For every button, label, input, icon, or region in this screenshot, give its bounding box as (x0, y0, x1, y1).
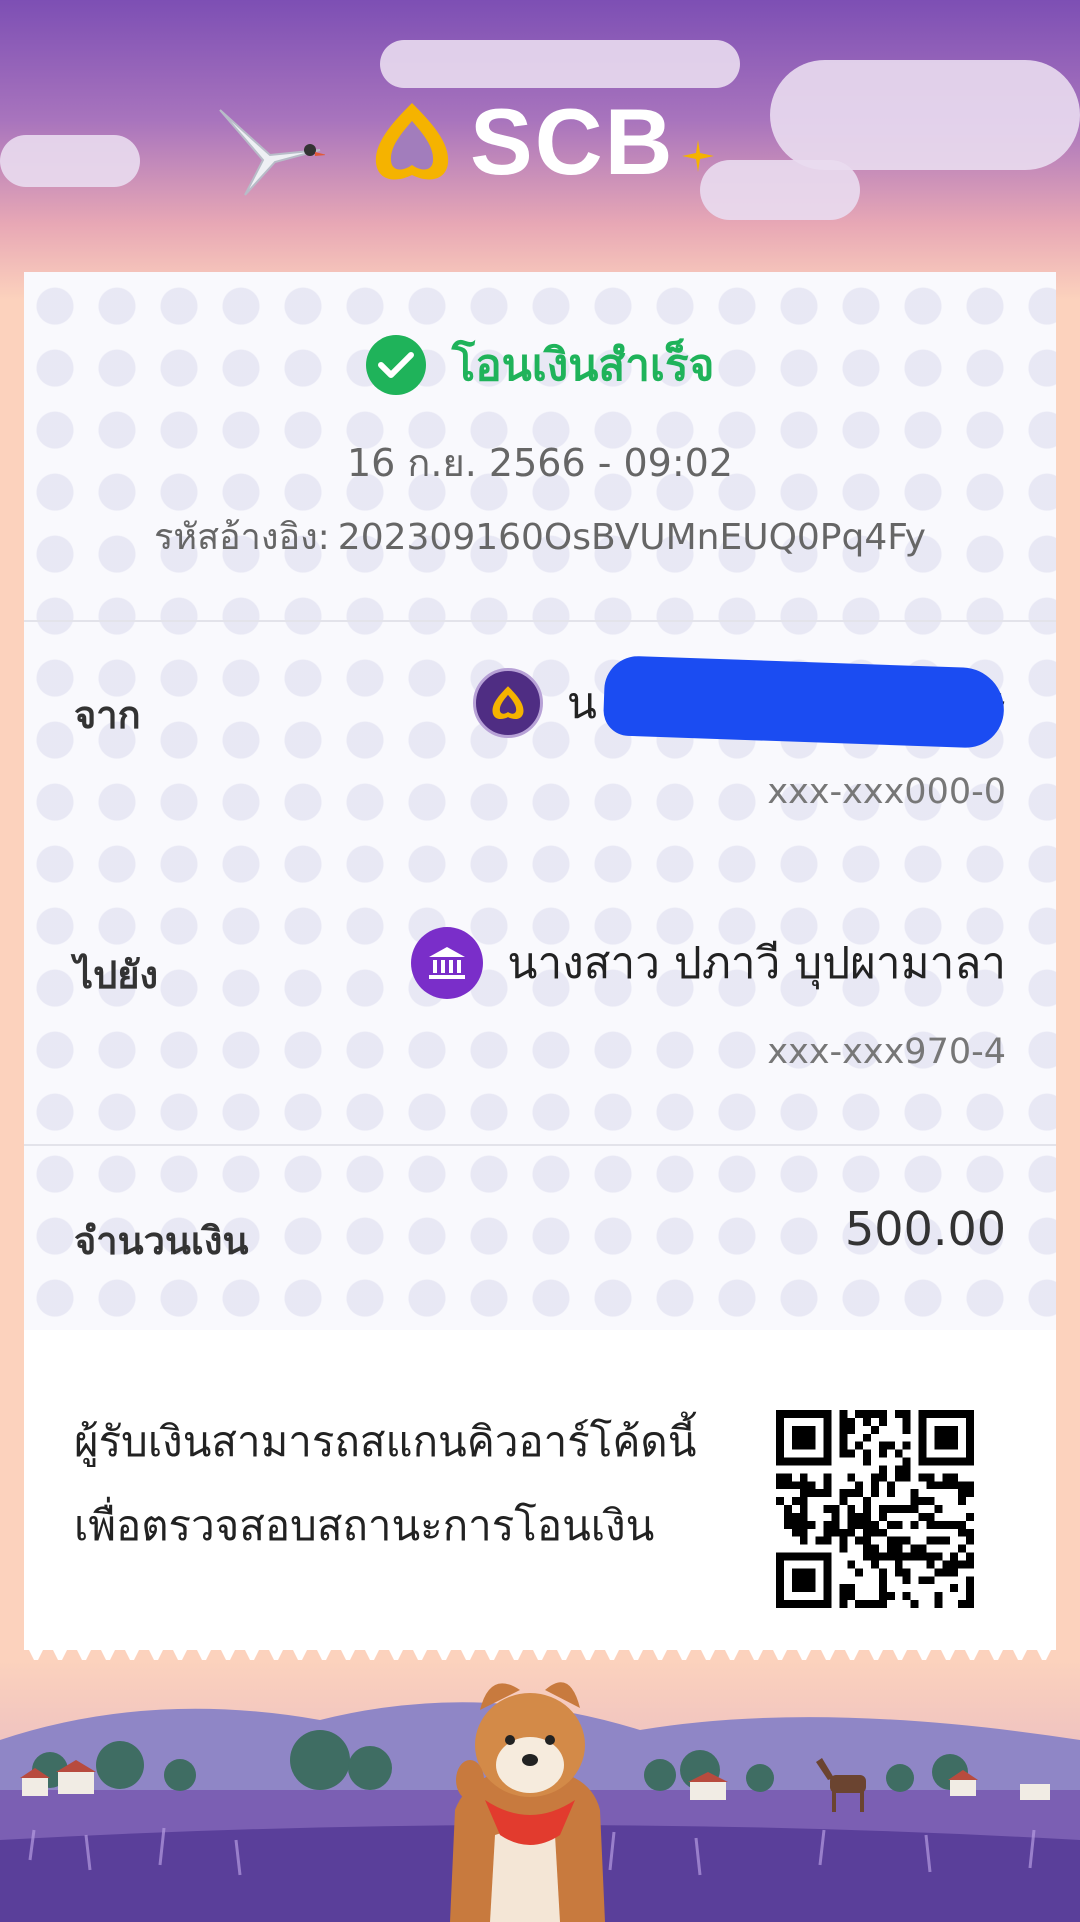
lavender-field-illustration (0, 1660, 1080, 1922)
status-text: โอนเงินสำเร็จ (451, 340, 715, 391)
transaction-datetime: 16 ก.ย. 2566 - 09:02 (346, 441, 734, 485)
reference-value: 202309160OsBVUMnEUQ0Pq4Fy (337, 517, 926, 558)
to-party: นางสาว ปภาวี บุปผามาลา (411, 927, 1006, 999)
status-row: โอนเงินสำเร็จ (24, 330, 1056, 400)
from-label: จาก (74, 693, 141, 737)
scb-bank-avatar-icon (472, 668, 543, 738)
from-account: xxx-xxx000-0 (767, 772, 1006, 812)
scb-logo: SCB (370, 88, 716, 196)
receipt-card: โอนเงินสำเร็จ 16 ก.ย. 2566 - 09:02 รหัสอ… (24, 272, 1056, 1650)
reference-line: รหัสอ้างอิง: 202309160OsBVUMnEUQ0Pq4Fy (24, 508, 1056, 565)
bird-illustration (219, 109, 325, 196)
qr-code-icon[interactable] (776, 1410, 974, 1608)
to-account: xxx-xxx970-4 (767, 1032, 1006, 1072)
amount-label: จำนวนเงิน (74, 1219, 249, 1263)
success-check-icon (365, 335, 426, 395)
qr-instructions: ผู้รับเงินสามารถสแกนคิวอาร์โค้ดนี้ เพื่อ… (74, 1400, 696, 1568)
brand-name: SCB (470, 89, 675, 194)
to-label: ไปยัง (74, 953, 159, 997)
amount-value: 500.00 (845, 1202, 1006, 1256)
sparkle-icon (682, 140, 715, 172)
divider (24, 620, 1056, 622)
qr-instructions-line2: เพื่อตรวจสอบสถานะการโอนเงิน (74, 1501, 655, 1550)
qr-instructions-line1: ผู้รับเงินสามารถสแกนคิวอาร์โค้ดนี้ (74, 1417, 697, 1466)
redaction-mark (602, 655, 1006, 749)
header-banner: SCB (0, 0, 1080, 300)
scb-logo-icon (375, 103, 449, 180)
bank-building-icon (411, 927, 484, 999)
divider (24, 1144, 1056, 1146)
reference-label: รหัสอ้างอิง: (154, 517, 330, 558)
to-name: นางสาว ปภาวี บุปผามาลา (507, 938, 1006, 989)
